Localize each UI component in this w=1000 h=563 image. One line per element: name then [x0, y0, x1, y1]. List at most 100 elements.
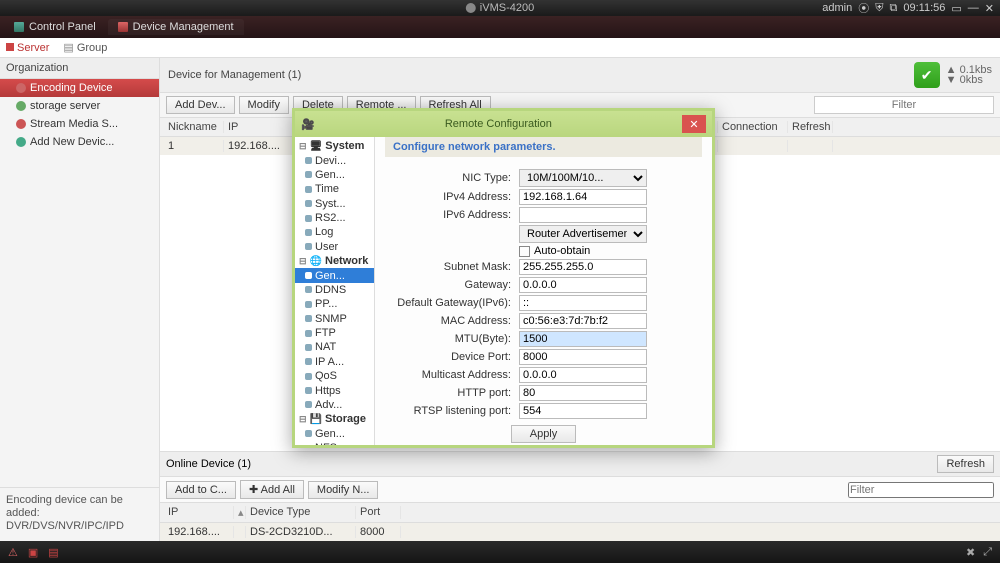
lbl-http: HTTP port: — [387, 385, 517, 401]
gateway-input[interactable] — [519, 277, 647, 293]
multicast-input[interactable] — [519, 367, 647, 383]
col-refresh[interactable]: Refresh — [788, 121, 833, 133]
status-icon[interactable]: ▤ — [48, 546, 58, 559]
auto-obtain-checkbox[interactable] — [519, 246, 530, 257]
tree-storage[interactable]: ⊟💾 Storage — [295, 412, 374, 426]
tree-label: Storage — [325, 413, 366, 425]
tree-item[interactable]: Gen... — [295, 168, 374, 182]
tree-item[interactable]: DDNS — [295, 283, 374, 297]
tree-item[interactable]: Devi... — [295, 153, 374, 167]
tree-item[interactable]: IP A... — [295, 355, 374, 369]
stream-icon — [16, 119, 26, 129]
tree-item[interactable]: User — [295, 240, 374, 254]
tree-item[interactable]: Gen... — [295, 427, 374, 441]
lbl-nic-type: NIC Type: — [387, 169, 517, 187]
tree-item[interactable]: Https — [295, 383, 374, 397]
tree-item[interactable]: Adv... — [295, 398, 374, 412]
cell: DS-2CD3210D... — [246, 526, 356, 538]
add-device-button[interactable]: Add Dev... — [166, 96, 235, 114]
tree-item[interactable]: Syst... — [295, 197, 374, 211]
lbl-mask: Subnet Mask: — [387, 259, 517, 275]
rtsp-port-input[interactable] — [519, 403, 647, 419]
col-port[interactable]: Port — [356, 506, 401, 519]
tree-item[interactable]: NFS — [295, 441, 374, 445]
device-filter-input[interactable] — [814, 96, 994, 114]
col-ip[interactable]: IP — [164, 506, 234, 519]
tab-label: Control Panel — [29, 21, 96, 33]
clock: 09:11:56 — [903, 2, 945, 14]
close-icon[interactable]: ✕ — [682, 115, 706, 133]
mtu-input[interactable] — [519, 331, 647, 347]
tree-label: Gen... — [315, 270, 345, 282]
device-port-input[interactable] — [519, 349, 647, 365]
status-bar: ⚠ ▣ ▤ ✖ ⤢ — [0, 541, 1000, 563]
config-tree[interactable]: ⊟🖥 System Devi... Gen... Time Syst... RS… — [295, 137, 375, 445]
online-refresh-button[interactable]: Refresh — [937, 455, 994, 473]
mac-address-input[interactable] — [519, 313, 647, 329]
subnet-mask-input[interactable] — [519, 259, 647, 275]
dialog-titlebar[interactable]: 🎥 Remote Configuration ✕ — [295, 111, 712, 137]
lbl-gateway: Gateway: — [387, 277, 517, 293]
link-group[interactable]: ▤Group — [63, 41, 107, 54]
status-ok-icon: ✔ — [914, 62, 940, 88]
minimize-icon[interactable]: ▭ — [951, 2, 961, 15]
apply-button[interactable]: Apply — [511, 425, 577, 443]
close-window-icon[interactable]: ✕ — [985, 2, 994, 15]
maximize-icon[interactable]: — — [968, 2, 979, 14]
remote-configuration-dialog: 🎥 Remote Configuration ✕ ⊟🖥 System Devi.… — [292, 108, 715, 448]
globe-icon[interactable]: ⦿ — [858, 0, 869, 16]
tree-item[interactable]: FTP — [295, 326, 374, 340]
col-nickname[interactable]: Nickname — [164, 121, 224, 133]
cell — [718, 140, 788, 152]
tab-control-panel[interactable]: Control Panel — [4, 19, 106, 35]
current-user: admin — [822, 2, 852, 14]
expand-icon[interactable]: ⤢ — [983, 546, 992, 559]
tree-item[interactable]: RS2... — [295, 211, 374, 225]
table-row[interactable]: 192.168.... DS-2CD3210D... 8000 — [160, 523, 1000, 541]
online-filter-input[interactable] — [848, 482, 994, 498]
tree-item[interactable]: NAT — [295, 340, 374, 354]
camera-icon: 🎥 — [301, 118, 315, 131]
default-gateway6-input[interactable] — [519, 295, 647, 311]
sidebar-item-stream-media[interactable]: Stream Media S... — [0, 115, 159, 133]
col-ip[interactable]: IP — [224, 121, 294, 133]
sidebar-item-storage-server[interactable]: storage server — [0, 97, 159, 115]
tree-item[interactable]: Time — [295, 182, 374, 196]
app-title-text: iVMS-4200 — [480, 2, 534, 14]
tree-item[interactable]: Log — [295, 225, 374, 239]
tab-device-management[interactable]: Device Management — [108, 19, 244, 35]
sidebar-item-label: Stream Media S... — [30, 118, 118, 130]
tree-item[interactable]: PP... — [295, 297, 374, 311]
modify-netinfo-button[interactable]: Modify N... — [308, 481, 379, 499]
http-port-input[interactable] — [519, 385, 647, 401]
tree-item[interactable]: QoS — [295, 369, 374, 383]
pin-icon[interactable]: ✖ — [966, 546, 975, 559]
tree-item-general[interactable]: Gen... — [295, 268, 374, 282]
nic-type-select[interactable]: 10M/100M/10... — [519, 169, 647, 187]
ipv4-input[interactable] — [519, 189, 647, 205]
sidebar-item-encoding-device[interactable]: Encoding Device — [0, 79, 159, 97]
add-to-client-button[interactable]: Add to C... — [166, 481, 236, 499]
ipv6-input[interactable] — [519, 207, 647, 223]
col-type[interactable]: Device Type — [246, 506, 356, 519]
sidebar-item-add-new[interactable]: Add New Devic... — [0, 133, 159, 151]
tree-network[interactable]: ⊟🌐 Network — [295, 254, 374, 268]
tree-label: IP A... — [315, 356, 344, 368]
lock-icon[interactable]: ⛨ — [875, 2, 883, 15]
add-all-button[interactable]: ✚ Add All — [240, 480, 304, 499]
tree-item[interactable]: SNMP — [295, 312, 374, 326]
enc-icon — [16, 83, 26, 93]
status-icon[interactable]: ▣ — [28, 546, 38, 559]
link-server[interactable]: Server — [6, 42, 49, 54]
col-connection[interactable]: Connection — [718, 121, 788, 133]
alert-icon[interactable]: ⚠ — [8, 546, 18, 559]
modify-button[interactable]: Modify — [239, 96, 289, 114]
online-header: Online Device (1) Refresh — [160, 451, 1000, 477]
system-bar: iVMS-4200 admin ⦿ ⛨ ⧉ 09:11:56 ▭ — ✕ — [0, 0, 1000, 16]
help-icon[interactable]: ⧉ — [890, 2, 898, 15]
hint-line: Encoding device can be added: — [6, 494, 153, 520]
lbl-mtu: MTU(Byte): — [387, 331, 517, 347]
router-adv-select[interactable]: Router Advertisement — [519, 225, 647, 243]
tree-system[interactable]: ⊟🖥 System — [295, 139, 374, 153]
sort-icon[interactable]: ▴ — [234, 506, 246, 519]
